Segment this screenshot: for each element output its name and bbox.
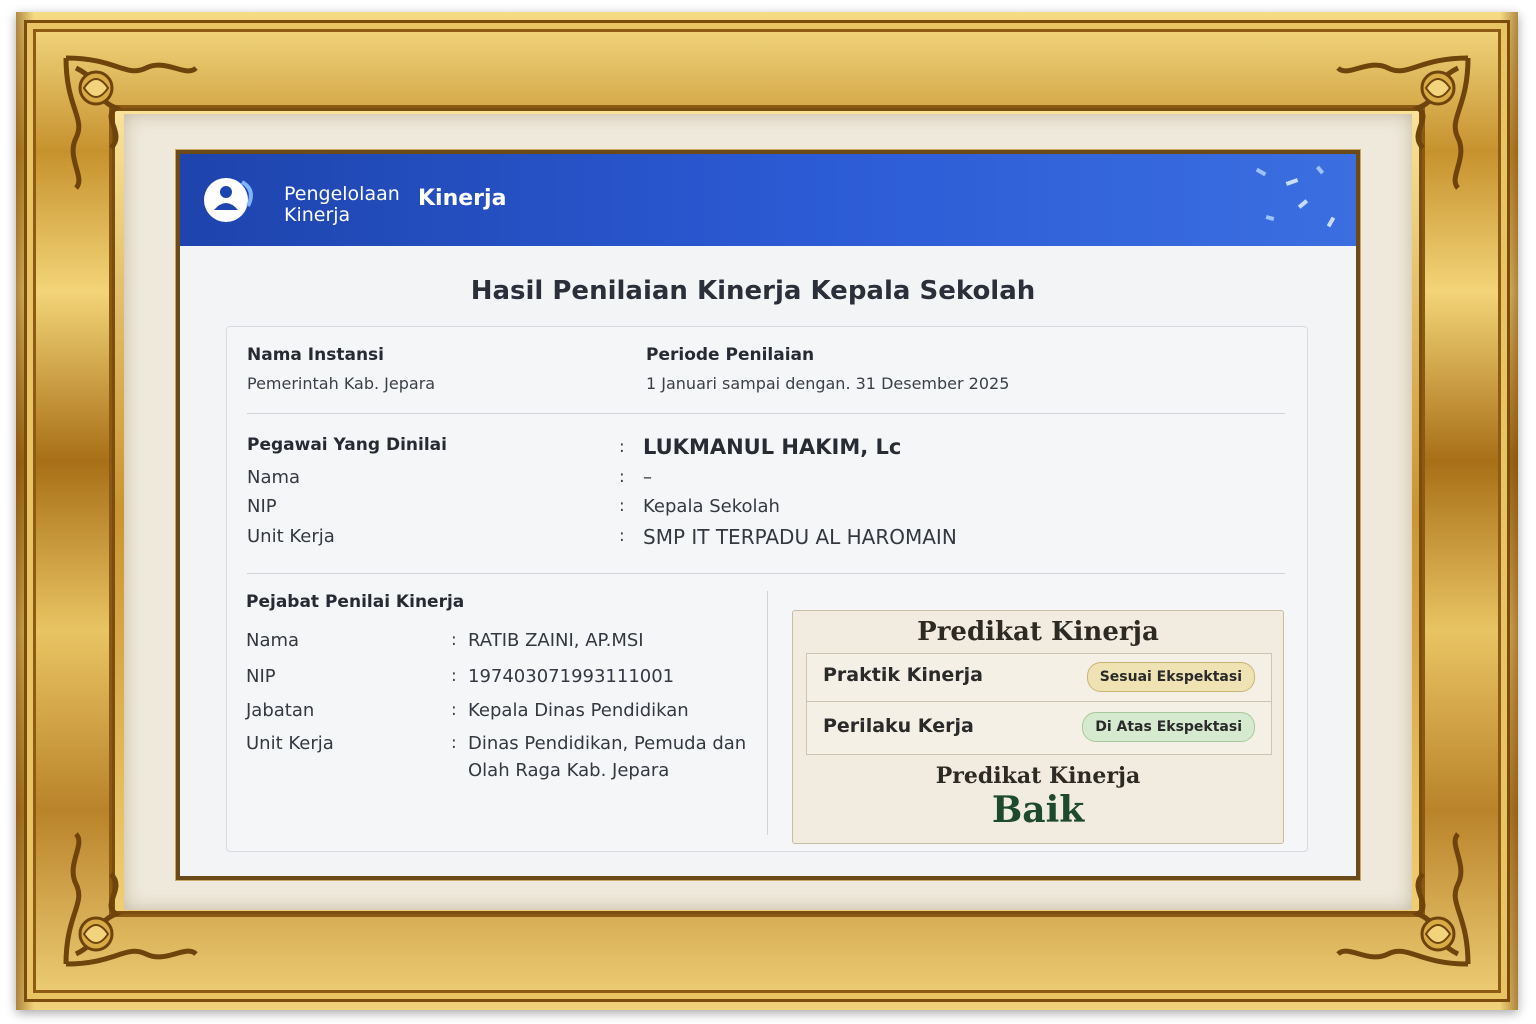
pejabat-row-value: Kepala Dinas Pendidikan [468,700,689,721]
pejabat-row-value: RATIB ZAINI, AP.MSI [468,630,644,651]
pejabat-row-value: Dinas Pendidikan, Pemuda dan [468,733,747,754]
colon: : [619,526,625,546]
colon: : [451,630,457,650]
colon: : [619,496,625,516]
pejabat-row-value: 197403071993111001 [468,666,675,687]
pegawai-name: LUKMANUL HAKIM, Lc [643,435,902,459]
pegawai-row-label: Nama [247,467,301,488]
predikat-summary-value: Baik [991,789,1085,831]
pejabat-row-label: Nama [246,630,300,651]
colon: : [451,666,457,686]
pegawai-row-value: – [643,467,652,488]
instansi-label: Nama Instansi [247,345,384,365]
brand-line-1: Pengelolaan [284,183,400,205]
predikat-table: Praktik Kinerja Sesuai Ekspektasi Perila… [806,653,1272,755]
vertical-divider [767,591,768,835]
divider [247,573,1285,574]
pejabat-row-value-line2: Olah Raga Kab. Jepara [468,760,670,781]
divider [247,413,1285,414]
app-header: Pengelolaan Kinerja Kinerja [180,154,1356,246]
pejabat-heading: Pejabat Penilai Kinerja [246,592,465,612]
periode-value: 1 Januari sampai dengan. 31 Desember 202… [646,374,1010,393]
periode-label: Periode Penilaian [646,345,815,365]
status-badge: Sesuai Ekspektasi [1086,662,1255,692]
table-row-divider [807,701,1271,702]
confetti-decoration-icon [1236,160,1346,244]
predikat-summary-label: Predikat Kinerja [935,763,1141,789]
status-badge: Di Atas Ekspektasi [1082,712,1255,742]
pegawai-row-value: SMP IT TERPADU AL HAROMAIN [643,525,957,549]
colon: : [451,733,457,753]
pegawai-row-label: NIP [247,496,277,517]
certificate-screen: Pengelolaan Kinerja Kinerja Hasil Penila… [176,150,1360,880]
pejabat-row-label: NIP [246,666,276,687]
kinerja-logo-icon [202,176,258,226]
pegawai-row-value: Kepala Sekolah [643,496,780,517]
brand-bold-title: Kinerja [418,186,507,211]
predikat-panel: Predikat Kinerja Praktik Kinerja Sesuai … [792,610,1284,844]
page-title: Hasil Penilaian Kinerja Kepala Sekolah [470,276,1036,306]
colon: : [619,467,625,487]
pegawai-heading: Pegawai Yang Dinilai [247,435,447,455]
praktik-kinerja-label: Praktik Kinerja [823,664,983,686]
brand-line-2: Kinerja [284,204,351,226]
perilaku-kerja-label: Perilaku Kerja [823,715,974,737]
colon: : [451,700,457,720]
predikat-title: Predikat Kinerja [917,617,1159,647]
colon: : [619,437,625,457]
pejabat-row-label: Jabatan [246,700,315,721]
pegawai-row-label: Unit Kerja [247,526,335,547]
pejabat-row-label: Unit Kerja [246,733,334,754]
result-card: Nama Instansi Pemerintah Kab. Jepara Per… [226,326,1308,852]
brand-text: Pengelolaan Kinerja [284,184,400,226]
instansi-value: Pemerintah Kab. Jepara [247,374,436,393]
